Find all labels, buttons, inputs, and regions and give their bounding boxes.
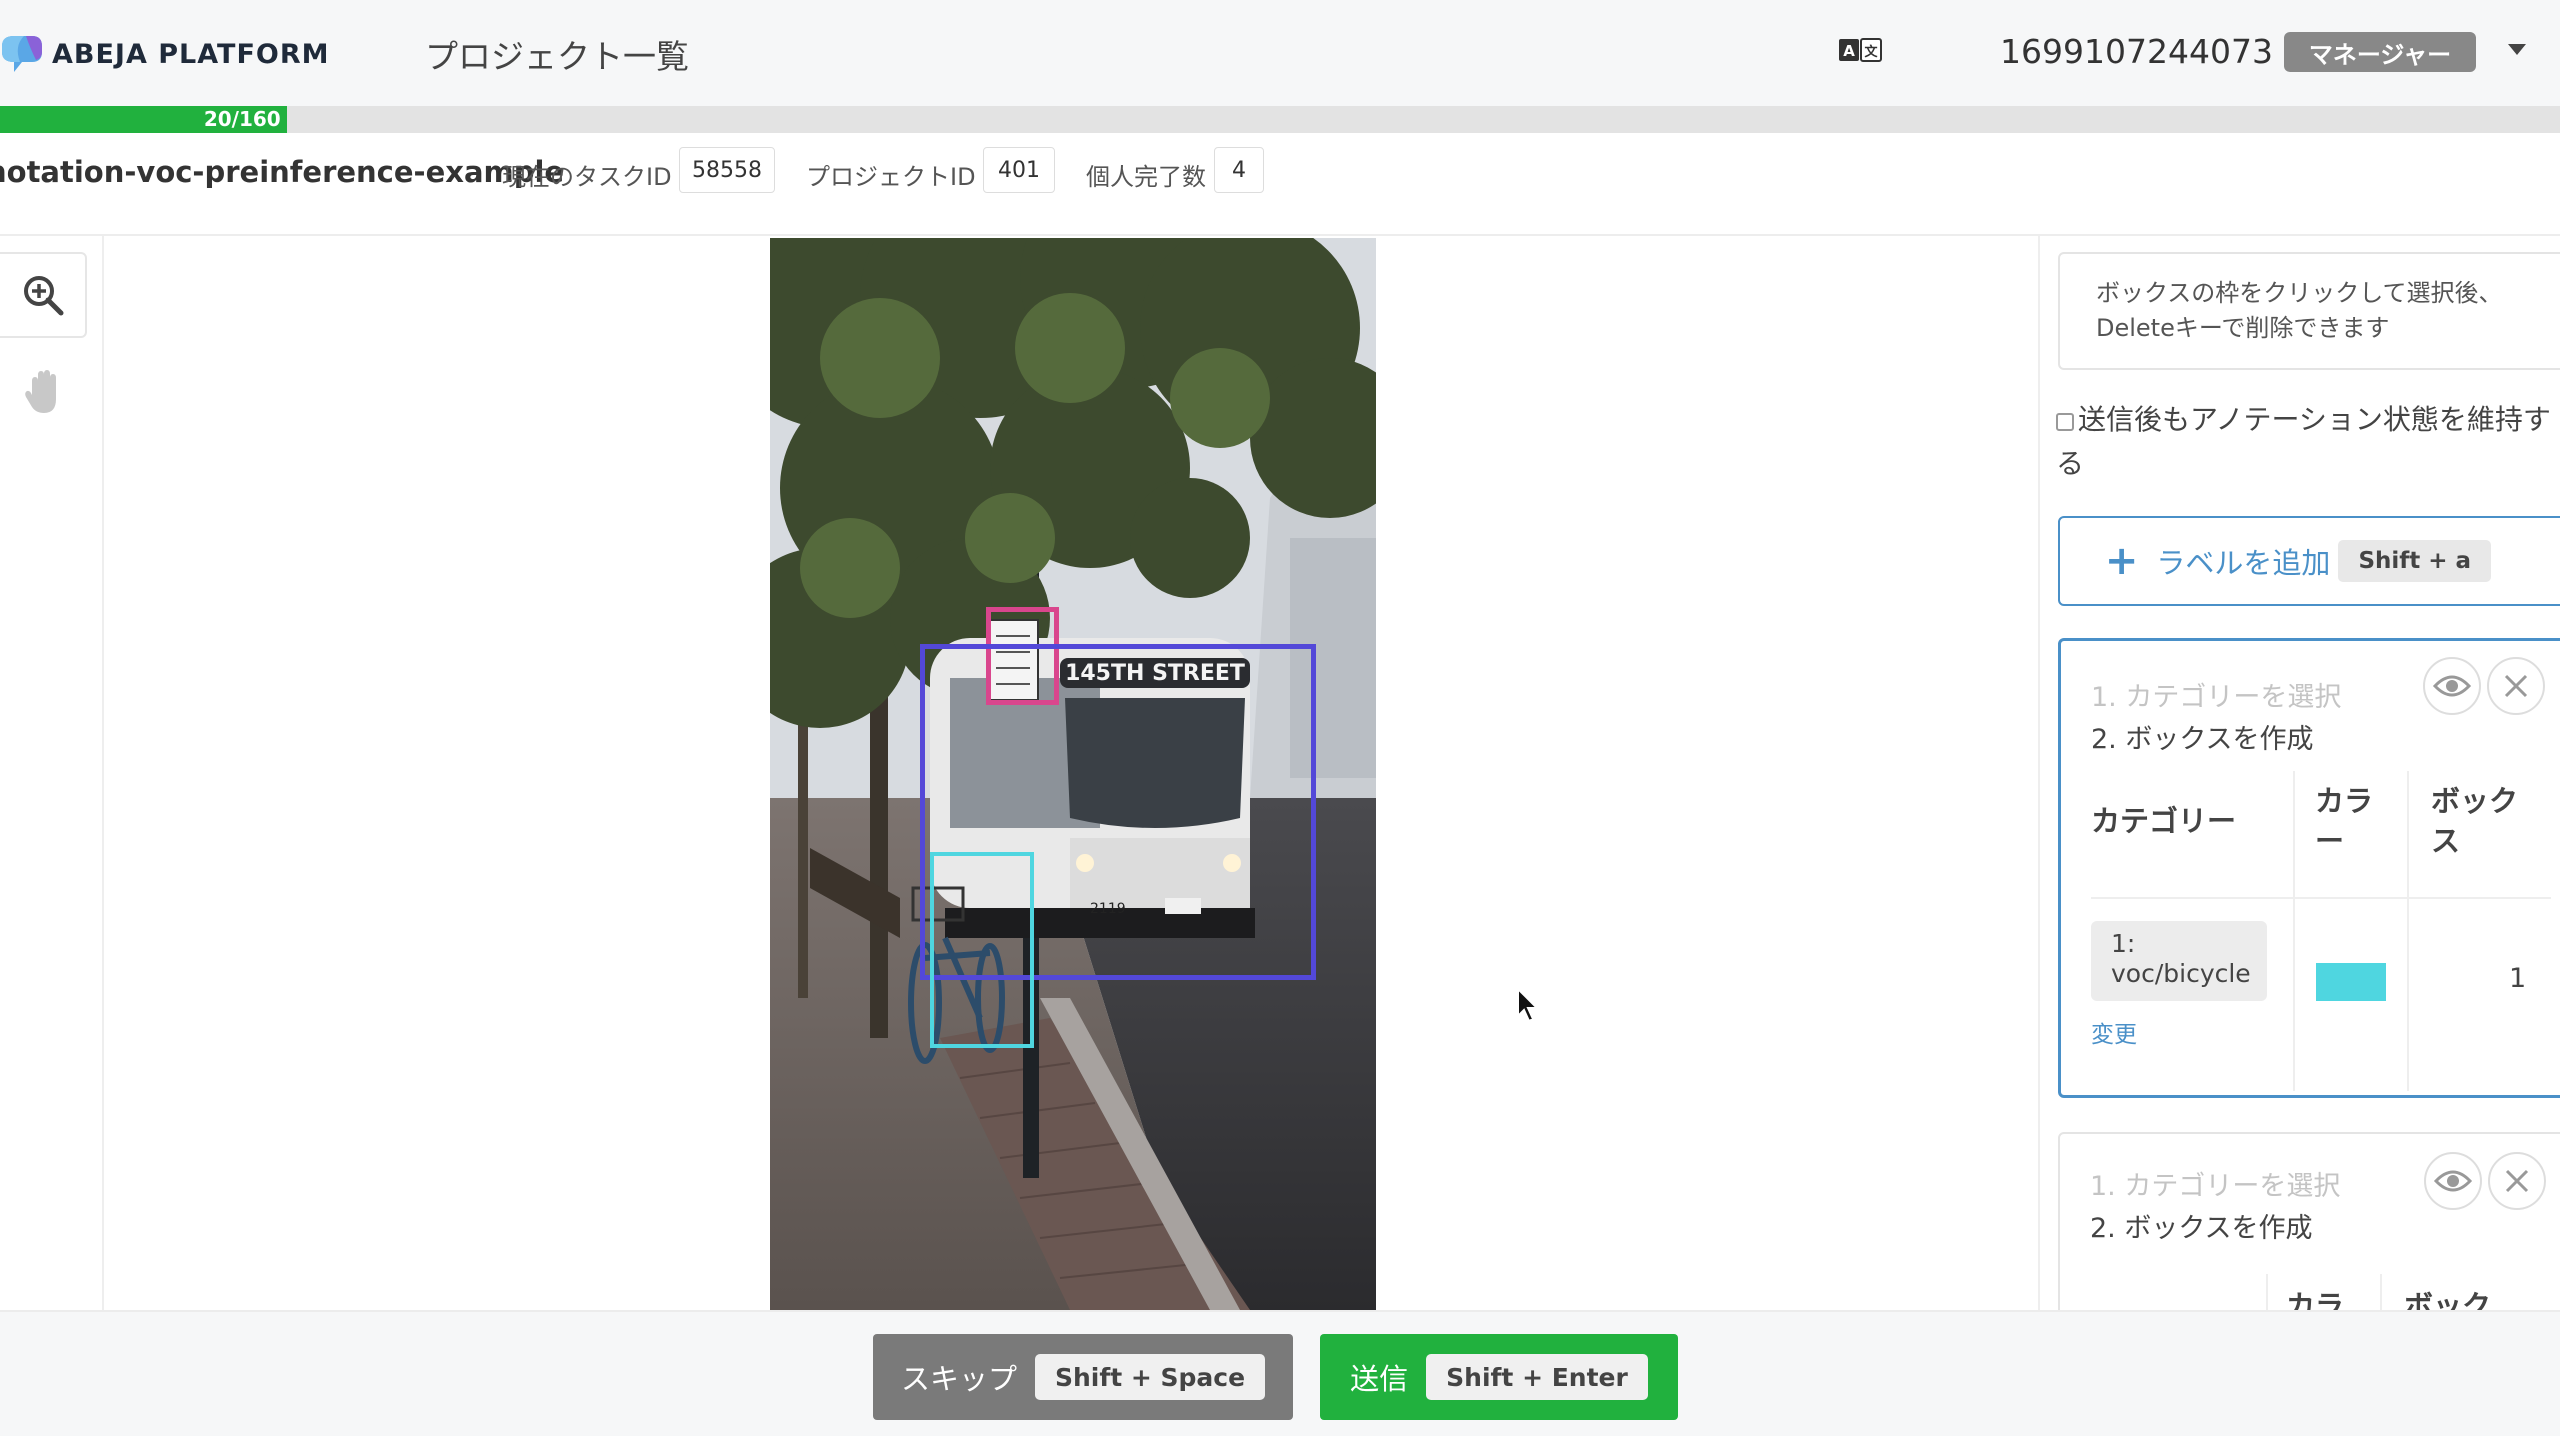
annotation-card[interactable]: 1. カテゴリーを選択 2. ボックスを作成 カラ ボック — [2058, 1132, 2560, 1310]
step-select-category: 1. カテゴリーを選択 — [2090, 1171, 2341, 1202]
user-id: 1699107244073 — [2000, 32, 2273, 71]
translate-icon[interactable]: A 文 — [1838, 36, 1882, 66]
project-name: notation-voc-preinference-example — [0, 155, 565, 189]
column-category: カテゴリー — [2091, 804, 2237, 838]
step-create-box: 2. ボックスを作成 — [2090, 1213, 2313, 1244]
column-color: カラ — [2286, 1289, 2345, 1310]
step-select-category: 1. カテゴリーを選択 — [2091, 682, 2342, 713]
column-box: ボックス — [2431, 784, 2519, 858]
annotation-toolbar — [0, 236, 104, 1310]
add-label-button[interactable]: + ラベルを追加 Shift + a — [2058, 516, 2560, 606]
eye-icon — [2434, 1170, 2472, 1192]
zoom-tool-button[interactable] — [0, 252, 87, 338]
visibility-toggle-button[interactable] — [2423, 657, 2481, 715]
submit-label: 送信 — [1350, 1362, 1409, 1396]
svg-text:A: A — [1843, 42, 1855, 60]
delete-annotation-button[interactable] — [2488, 1152, 2546, 1210]
project-id-label: プロジェクトID — [806, 163, 976, 191]
delete-hint: ボックスの枠をクリックして選択後、Deleteキーで削除できます — [2058, 252, 2560, 370]
keep-state-row[interactable]: 送信後もアノテーション状態を維持する — [2056, 398, 2556, 486]
hand-icon — [24, 370, 56, 413]
delete-annotation-button[interactable] — [2487, 657, 2545, 715]
skip-label: スキップ — [900, 1362, 1017, 1396]
project-id-value: 401 — [983, 147, 1055, 193]
project-list-link[interactable]: プロジェクト一覧 — [425, 30, 689, 78]
category-color-swatch — [2316, 963, 2386, 1001]
eye-icon — [2433, 675, 2471, 697]
pan-tool-button[interactable] — [0, 350, 87, 436]
column-divider — [2266, 1274, 2268, 1310]
caret-down-icon[interactable] — [2508, 44, 2526, 55]
submit-button[interactable]: 送信 Shift + Enter — [1320, 1334, 1678, 1420]
change-category-link[interactable]: 変更 — [2091, 1015, 2137, 1049]
skip-button[interactable]: スキップ Shift + Space — [873, 1334, 1293, 1420]
header-divider — [2091, 897, 2551, 899]
category-chip: 1: voc/bicycle — [2091, 921, 2267, 1001]
box-count: 1 — [2509, 963, 2527, 994]
abeja-logo-icon — [2, 36, 42, 72]
app-logo[interactable]: ABEJA PLATFORM — [0, 32, 330, 76]
zoom-in-icon — [23, 276, 63, 316]
submit-shortcut: Shift + Enter — [1426, 1354, 1648, 1400]
plus-icon: + — [2104, 538, 2139, 584]
progress-text: 20/160 — [203, 107, 281, 131]
role-badge: マネージャー — [2284, 32, 2476, 72]
add-label-text: ラベルを追加 — [2156, 546, 2331, 580]
personal-count-label: 個人完了数 — [1086, 163, 1206, 191]
annotation-card[interactable]: 1. カテゴリーを選択 2. ボックスを作成 カテゴリー カラー ボックス 1:… — [2058, 638, 2560, 1098]
svg-text:文: 文 — [1864, 44, 1878, 60]
progress-fill: 20/160 — [0, 106, 287, 133]
keep-state-label: 送信後もアノテーション状態を維持する — [2056, 403, 2551, 480]
task-id-label: 現在のタスクID — [502, 163, 672, 191]
column-divider — [2407, 771, 2409, 1091]
step-create-box: 2. ボックスを作成 — [2091, 724, 2314, 755]
label-panel: ボックスの枠をクリックして選択後、Deleteキーで削除できます 送信後もアノテ… — [2038, 236, 2560, 1310]
personal-count-value: 4 — [1214, 147, 1264, 193]
column-divider — [2380, 1274, 2382, 1310]
logo-text: ABEJA PLATFORM — [52, 38, 330, 70]
task-info-bar: notation-voc-preinference-example 現在のタスク… — [0, 133, 2560, 236]
app-header: ABEJA PLATFORM プロジェクト一覧 A 文 169910724407… — [0, 0, 2560, 106]
task-id-value: 58558 — [679, 147, 775, 193]
column-box: ボック — [2404, 1289, 2492, 1310]
action-bar: スキップ Shift + Space 送信 Shift + Enter — [0, 1310, 2560, 1436]
column-divider — [2293, 771, 2295, 1091]
visibility-toggle-button[interactable] — [2424, 1152, 2482, 1210]
skip-shortcut: Shift + Space — [1034, 1354, 1266, 1400]
bounding-box-bicycle[interactable] — [930, 852, 1034, 1048]
keep-state-checkbox[interactable] — [2056, 413, 2074, 431]
close-icon — [2505, 1169, 2529, 1193]
task-image[interactable]: 145TH STREET 2119 — [770, 238, 1376, 1310]
close-icon — [2504, 674, 2528, 698]
mouse-pointer-icon — [1517, 988, 1540, 1022]
column-color: カラー — [2315, 784, 2374, 858]
task-progress-bar: 20/160 — [0, 106, 2560, 133]
annotation-canvas[interactable]: 145TH STREET 2119 — [104, 236, 2038, 1310]
add-label-shortcut: Shift + a — [2338, 540, 2492, 582]
